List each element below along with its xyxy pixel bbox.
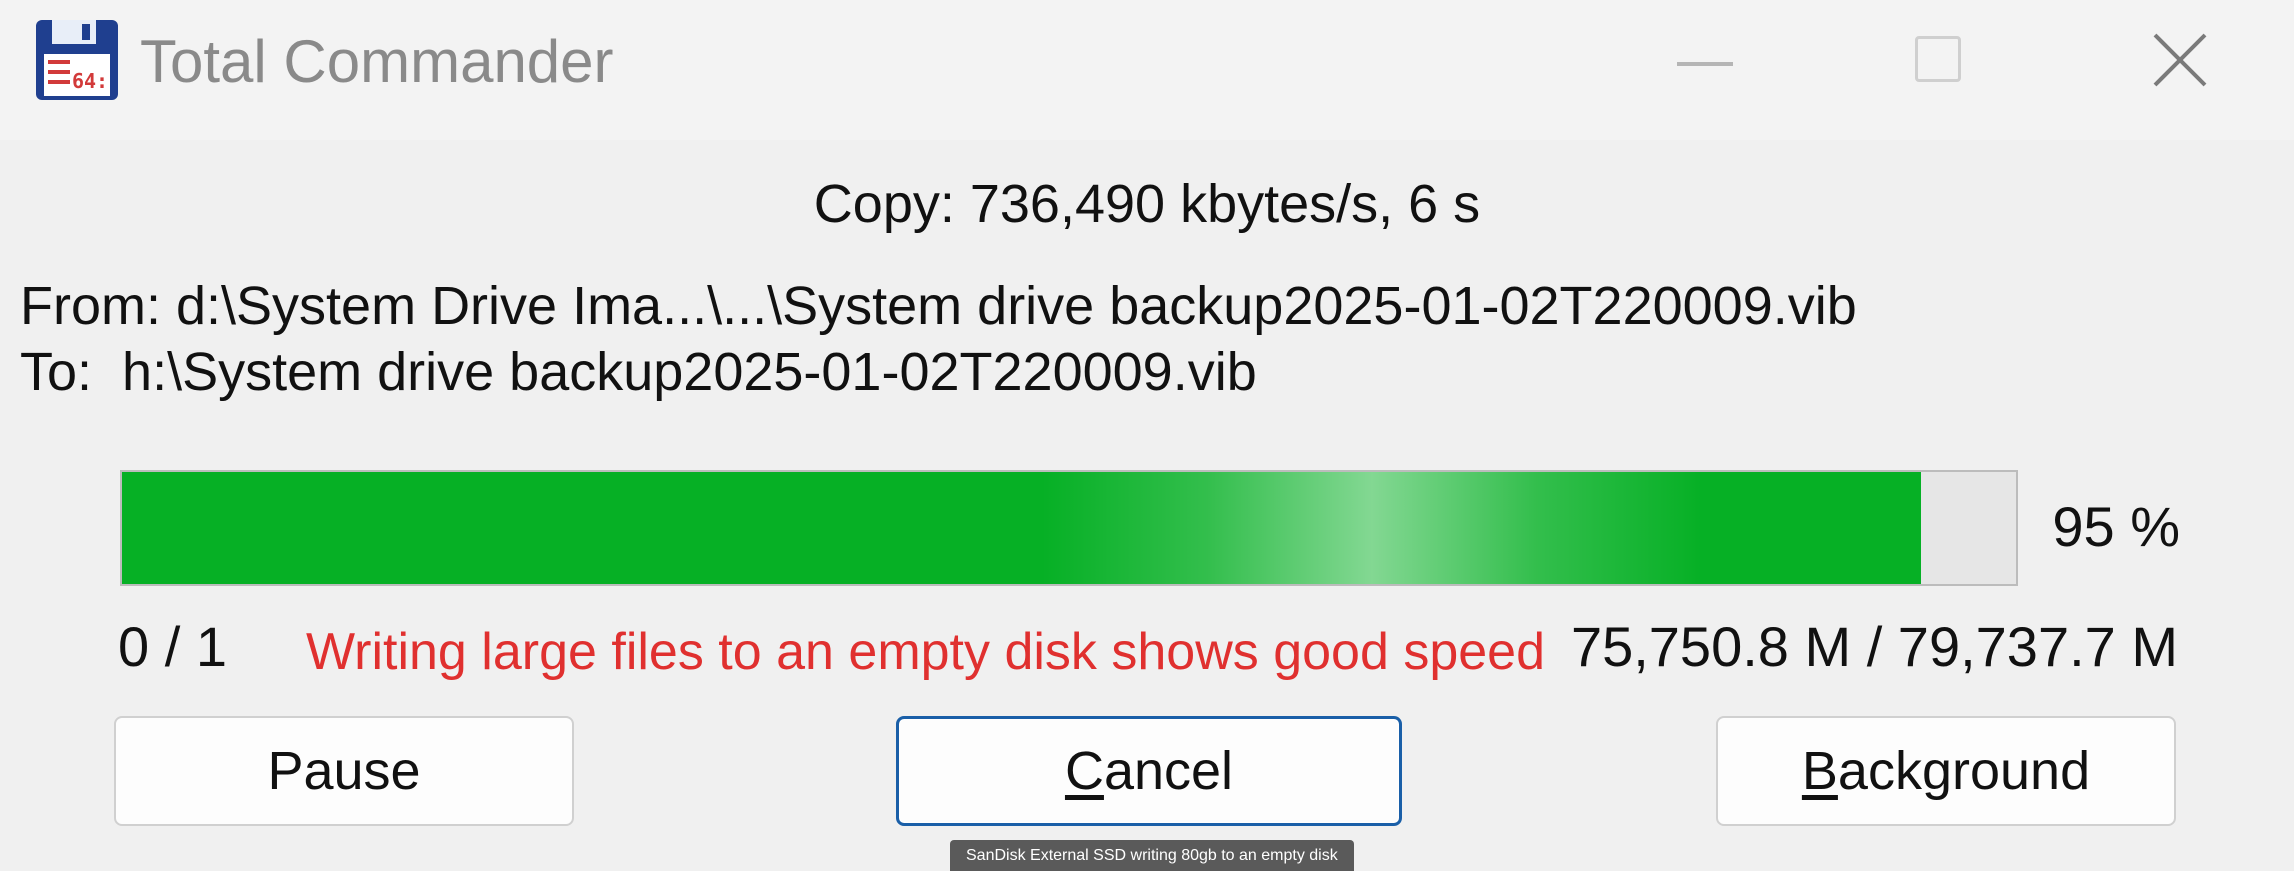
size-progress: 75,750.8 M / 79,737.7 M — [1570, 615, 2178, 678]
close-button[interactable] — [2116, 10, 2246, 120]
tooltip: SanDisk External SSD writing 80gb to an … — [950, 840, 1354, 871]
cancel-button-label: Cancel — [1065, 740, 1233, 802]
background-button[interactable]: Background — [1716, 716, 2176, 826]
cancel-button[interactable]: Cancel — [896, 716, 1402, 826]
source-path: From: d:\System Drive Ima...\...\System … — [20, 276, 1857, 336]
cancel-accelerator: C — [1064, 741, 1104, 801]
destination-path: To: h:\System drive backup2025-01-02T220… — [20, 342, 1257, 402]
cancel-label-rest: ancel — [1103, 741, 1234, 801]
maximize-button[interactable] — [1875, 10, 2005, 120]
file-count: 0 / 1 — [118, 615, 227, 678]
progress-bar-glow — [1042, 472, 1702, 584]
background-accelerator: B — [1801, 741, 1838, 801]
svg-text:64:: 64: — [72, 69, 108, 93]
copy-progress-window: 64: Total Commander Copy: 736,490 kbytes… — [0, 0, 2294, 871]
maximize-icon — [1915, 36, 1961, 82]
pause-button-label: Pause — [267, 741, 421, 801]
progress-bar — [120, 470, 2018, 586]
minimize-icon — [1677, 62, 1733, 66]
minimize-button[interactable] — [1640, 10, 1770, 120]
background-button-label: Background — [1802, 740, 2090, 802]
floppy-disk-64-icon: 64: — [36, 20, 118, 100]
background-label-rest: ackground — [1837, 741, 2091, 801]
progress-bar-fill — [122, 472, 1922, 584]
annotation-caption: Writing large files to an empty disk sho… — [306, 623, 1546, 681]
progress-percent: 95 % — [2052, 495, 2180, 558]
title-bar[interactable]: 64: Total Commander — [0, 0, 2294, 140]
pause-button[interactable]: Pause — [114, 716, 574, 826]
window-title: Total Commander — [140, 28, 614, 95]
copy-speed-status: Copy: 736,490 kbytes/s, 6 s — [813, 174, 1481, 234]
close-icon — [2153, 33, 2207, 87]
